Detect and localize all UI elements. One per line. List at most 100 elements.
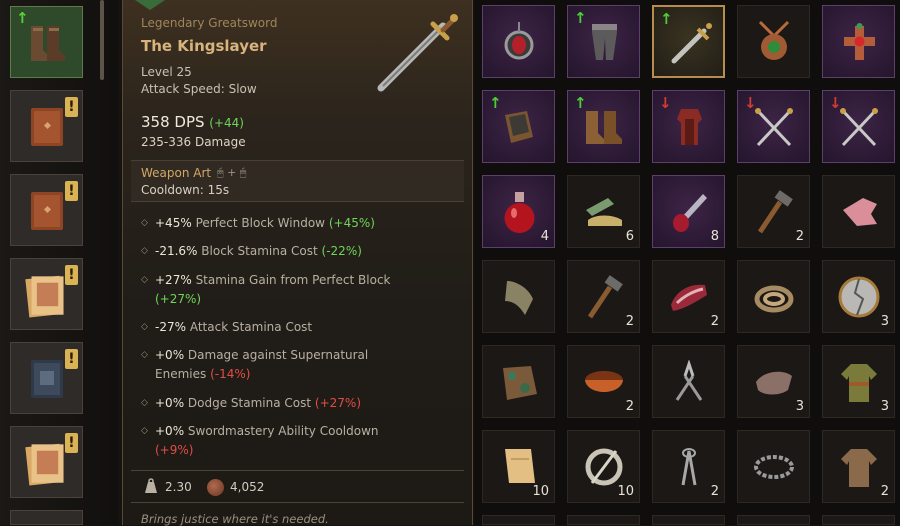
- amulet-icon: [504, 22, 534, 60]
- inventory-slot-amulet-green[interactable]: [737, 5, 810, 78]
- divider: [131, 470, 464, 471]
- hammer-icon: [757, 190, 793, 234]
- stack-count: 6: [625, 229, 634, 244]
- cloth-icon: [505, 281, 533, 315]
- coin-icon: [207, 479, 224, 496]
- book-icon: [31, 192, 63, 230]
- left-scrollbar[interactable]: [100, 0, 104, 80]
- inventory-slot-crossed-swords[interactable]: ↓: [737, 90, 810, 163]
- stat-delta: (+27%): [314, 396, 362, 410]
- left-slot-partial[interactable]: [10, 510, 83, 525]
- item-price: 4,052: [230, 480, 265, 494]
- inventory-slot-tunic-green[interactable]: 3: [822, 345, 895, 418]
- inventory-slot-green-bottle[interactable]: 6: [567, 175, 640, 248]
- inventory-slot-rope[interactable]: [737, 260, 810, 333]
- damage-range: 235-336 Damage: [141, 135, 246, 149]
- inventory-slot-parchment[interactable]: 10: [482, 430, 555, 503]
- inventory-slot-pelt[interactable]: 3: [737, 345, 810, 418]
- left-slot-scroll-2[interactable]: !: [10, 426, 83, 498]
- inventory-slot-boots[interactable]: ↑: [567, 90, 640, 163]
- inventory-slot-cloth[interactable]: [482, 260, 555, 333]
- stack-count: 3: [795, 399, 804, 414]
- weapon-art-label: Weapon Art: [141, 166, 212, 180]
- flavor-text: Brings justice where it's needed.: [141, 512, 329, 526]
- inventory-slot-pliers[interactable]: [652, 345, 725, 418]
- inventory-slot-chain[interactable]: [737, 430, 810, 503]
- stat-value: +27%: [155, 273, 192, 287]
- weight-icon: [145, 478, 157, 493]
- dps-line: 358 DPS (+44): [141, 113, 244, 131]
- stat-label: Block Stamina Cost: [201, 244, 318, 258]
- dps-value: 358 DPS: [141, 113, 205, 131]
- shield-icon: [838, 276, 880, 318]
- inventory-slot-partial[interactable]: [822, 515, 895, 525]
- inventory-slot-cross-pendant[interactable]: [822, 5, 895, 78]
- inventory-slot-meat-raw[interactable]: 2: [652, 260, 725, 333]
- stat-delta: (-14%): [210, 367, 251, 381]
- meat-icon: [671, 284, 707, 311]
- inventory-slot-shears[interactable]: 2: [652, 430, 725, 503]
- inventory-slot-bowl[interactable]: 2: [567, 345, 640, 418]
- downgrade-arrow-icon: ↓: [744, 94, 757, 112]
- boots-icon: [31, 26, 65, 61]
- inventory-slot-bracers[interactable]: ↑: [482, 90, 555, 163]
- stat-value: +0%: [155, 424, 185, 438]
- inventory-slot-leg-armor[interactable]: ↑: [567, 5, 640, 78]
- left-slot-boots[interactable]: ↑: [10, 6, 83, 78]
- weapon-art-box: Weapon Art 🖱 + 🖱 Cooldown: 15s: [131, 160, 464, 202]
- diamond-icon: ◇: [141, 218, 148, 228]
- inventory-slot-crossed-swords[interactable]: ↓: [822, 90, 895, 163]
- diamond-icon: ◇: [141, 398, 148, 408]
- boots-icon: [586, 111, 622, 144]
- inventory-slot-partial[interactable]: [482, 515, 555, 525]
- stat-value: -21.6%: [155, 244, 198, 258]
- stat-label: Perfect Block Window: [195, 216, 325, 230]
- inventory-slot-red-armor[interactable]: ↓: [652, 90, 725, 163]
- inventory-slot-partial[interactable]: [652, 515, 725, 525]
- dps-delta: (+44): [209, 116, 244, 130]
- stat-label: Damage against Supernatural Enemies: [155, 348, 369, 381]
- inventory-slot-tunic-brown[interactable]: 2: [822, 430, 895, 503]
- upgrade-arrow-icon: ↑: [489, 94, 502, 112]
- stack-count: 2: [710, 484, 719, 499]
- armor-icon: [677, 109, 702, 145]
- inventory-slot-amulet-red[interactable]: [482, 5, 555, 78]
- left-slot-book-2[interactable]: !: [10, 174, 83, 246]
- attack-speed: Attack Speed: Slow: [141, 82, 257, 96]
- inventory-slot-hammer[interactable]: 2: [737, 175, 810, 248]
- downgrade-arrow-icon: ↓: [659, 94, 672, 112]
- inventory-slot-greatsword[interactable]: ↑: [652, 5, 725, 78]
- bottle-icon: [586, 198, 622, 226]
- inventory-slot-brooch[interactable]: 10: [567, 430, 640, 503]
- stat-value: +0%: [155, 396, 185, 410]
- stat-label: Attack Stamina Cost: [189, 320, 313, 334]
- inventory-slot-partial[interactable]: [567, 515, 640, 525]
- pelt-icon: [756, 371, 792, 395]
- inventory-slot-hammer[interactable]: 2: [567, 260, 640, 333]
- stat-delta: (+9%): [155, 443, 194, 457]
- chain-icon: [754, 455, 794, 479]
- diamond-icon: ◇: [141, 275, 148, 285]
- hammer-icon: [587, 275, 623, 319]
- pliers-icon: [675, 360, 703, 401]
- inventory-slot-partial[interactable]: [737, 515, 810, 525]
- stat-delta: (-22%): [321, 244, 362, 258]
- inventory-slot-dagger-potion[interactable]: 8: [652, 175, 725, 248]
- item-rarity: Legendary Greatsword: [141, 16, 278, 30]
- pendant-icon: [844, 23, 875, 60]
- inventory-grid: ↑ ↑ ↑ ↑ ↓ ↓ ↓ 4 6 8 2 2 2 3 2 3 3 10 10 2 2: [474, 0, 900, 525]
- inventory-slot-shield-broken[interactable]: 3: [822, 260, 895, 333]
- ore-icon: [503, 366, 537, 400]
- stat-delta: (+45%): [328, 216, 375, 230]
- stack-count: 2: [625, 399, 634, 414]
- leg-armor-icon: [592, 24, 617, 60]
- amulet-icon: [758, 20, 790, 60]
- left-slot-book-blue[interactable]: !: [10, 342, 83, 414]
- tunic-icon: [841, 364, 877, 402]
- left-slot-book-1[interactable]: !: [10, 90, 83, 162]
- stack-count: 3: [880, 314, 889, 329]
- inventory-slot-meat[interactable]: [822, 175, 895, 248]
- inventory-slot-red-potion[interactable]: 4: [482, 175, 555, 248]
- left-slot-scroll-1[interactable]: !: [10, 258, 83, 330]
- inventory-slot-ore[interactable]: [482, 345, 555, 418]
